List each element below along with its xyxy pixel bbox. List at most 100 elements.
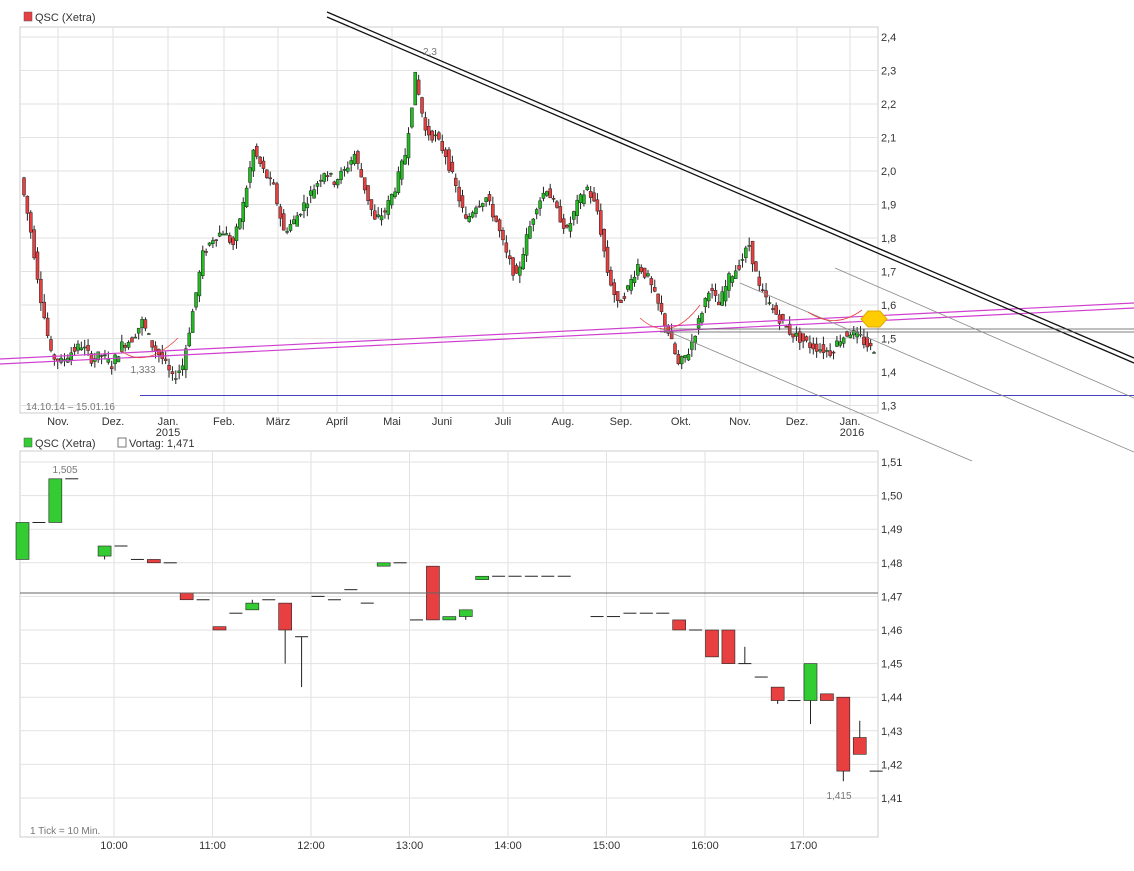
- candle-body: [531, 218, 536, 225]
- candle-body: [217, 232, 222, 237]
- y-tick-label: 1,6: [881, 300, 896, 312]
- candle-body: [126, 341, 131, 348]
- y-tick-label: 1,50: [881, 491, 902, 503]
- candle-body: [416, 79, 421, 95]
- candle-body: [197, 271, 202, 297]
- candle-body: [497, 219, 502, 232]
- candle-body: [803, 663, 818, 701]
- candle-body: [659, 302, 664, 312]
- x-tick-label: April: [326, 416, 348, 428]
- candle-body: [545, 191, 549, 196]
- candle-body: [179, 592, 194, 601]
- y-tick-label: 1,3: [881, 401, 896, 413]
- x-tick-label: 11:00: [199, 840, 226, 852]
- candle-body: [595, 199, 600, 212]
- candle-body: [437, 132, 441, 140]
- candle-body: [136, 327, 141, 334]
- candle-body: [342, 169, 347, 171]
- x-tick-label: 15:00: [593, 840, 621, 852]
- candle-body: [245, 602, 260, 611]
- x-tick-label: Juni: [432, 416, 452, 428]
- x-tick-label: 14:00: [494, 840, 522, 852]
- candle-body: [322, 173, 326, 182]
- candle-body: [538, 200, 542, 209]
- candle-body: [507, 255, 512, 260]
- x-year-label: 2016: [840, 427, 864, 439]
- candle-body: [45, 317, 50, 337]
- candle-body: [599, 210, 603, 235]
- candle-body: [622, 296, 627, 299]
- x-tick-label: Okt.: [671, 416, 691, 428]
- candle-body: [362, 177, 367, 191]
- candle-body: [514, 265, 519, 274]
- candle-body: [234, 226, 239, 242]
- candle-body: [211, 240, 215, 244]
- candle-body: [288, 224, 293, 231]
- candle-body: [740, 259, 745, 261]
- candle-body: [278, 206, 283, 219]
- candle-body: [224, 233, 229, 236]
- candle-body: [59, 357, 63, 363]
- candle-body: [703, 298, 708, 308]
- candle-body: [403, 155, 407, 165]
- candle-body: [261, 160, 266, 169]
- low-annotation: 1,333: [130, 365, 155, 376]
- candle-body: [281, 213, 286, 231]
- candle-body: [501, 230, 505, 241]
- candle-body: [447, 149, 451, 171]
- candle-body: [39, 278, 43, 304]
- candle-body: [518, 266, 522, 276]
- candle-body: [443, 149, 448, 158]
- long-term-chart: 2,3 1,333 2,4 2,3 2,2 2,1 2,0 1,9 1,8 1,7 1,6 1,5 1…: [0, 11, 1134, 462]
- candle-body: [804, 336, 809, 341]
- candle-body: [696, 318, 701, 329]
- candle-body: [721, 629, 736, 664]
- candle-body: [52, 354, 57, 360]
- y-tick-label: 1,4: [881, 367, 896, 379]
- candle-body: [103, 354, 107, 357]
- candle-body: [733, 270, 738, 279]
- candle-body: [76, 343, 80, 351]
- candle-body: [116, 356, 121, 363]
- candle-body: [32, 229, 36, 259]
- candle-body: [629, 278, 633, 291]
- candle-body: [123, 345, 127, 348]
- candle-body: [781, 314, 785, 321]
- candle-body: [477, 205, 482, 208]
- candle-body: [821, 344, 826, 353]
- candle-body: [352, 154, 357, 165]
- candle-body: [113, 354, 117, 364]
- y-tick-label: 2,1: [881, 133, 896, 145]
- x-tick-label: 13:00: [396, 840, 424, 852]
- candle-body: [801, 333, 805, 342]
- candle-body: [585, 186, 590, 190]
- candle-body: [82, 346, 87, 349]
- y-tick-label: 1,44: [881, 692, 902, 704]
- candle-body: [373, 210, 377, 220]
- candle-body: [467, 216, 471, 222]
- candle-body: [163, 358, 168, 361]
- candle-body: [453, 177, 458, 186]
- candle-body: [868, 342, 873, 347]
- x-tick-label: Dez.: [786, 416, 809, 428]
- date-range-label: 14.10.14 – 15.01.16: [26, 402, 115, 413]
- candle-body: [814, 343, 819, 352]
- candle-body: [130, 337, 134, 343]
- candle-body: [511, 257, 515, 276]
- candle-body: [872, 352, 876, 354]
- candle-body: [706, 292, 711, 302]
- candle-body: [295, 215, 299, 227]
- candle-body: [369, 199, 374, 210]
- candle-body: [150, 340, 154, 348]
- candle-body: [828, 350, 832, 356]
- candle-body: [605, 246, 610, 273]
- candle-body: [214, 239, 219, 241]
- candle-body: [275, 183, 279, 205]
- candle-body: [376, 562, 391, 567]
- candle-body: [578, 194, 583, 203]
- candle-body: [427, 126, 431, 136]
- candle-body: [201, 250, 205, 276]
- candle-body: [480, 203, 485, 207]
- candle-body: [730, 276, 735, 283]
- candle-body: [366, 185, 370, 201]
